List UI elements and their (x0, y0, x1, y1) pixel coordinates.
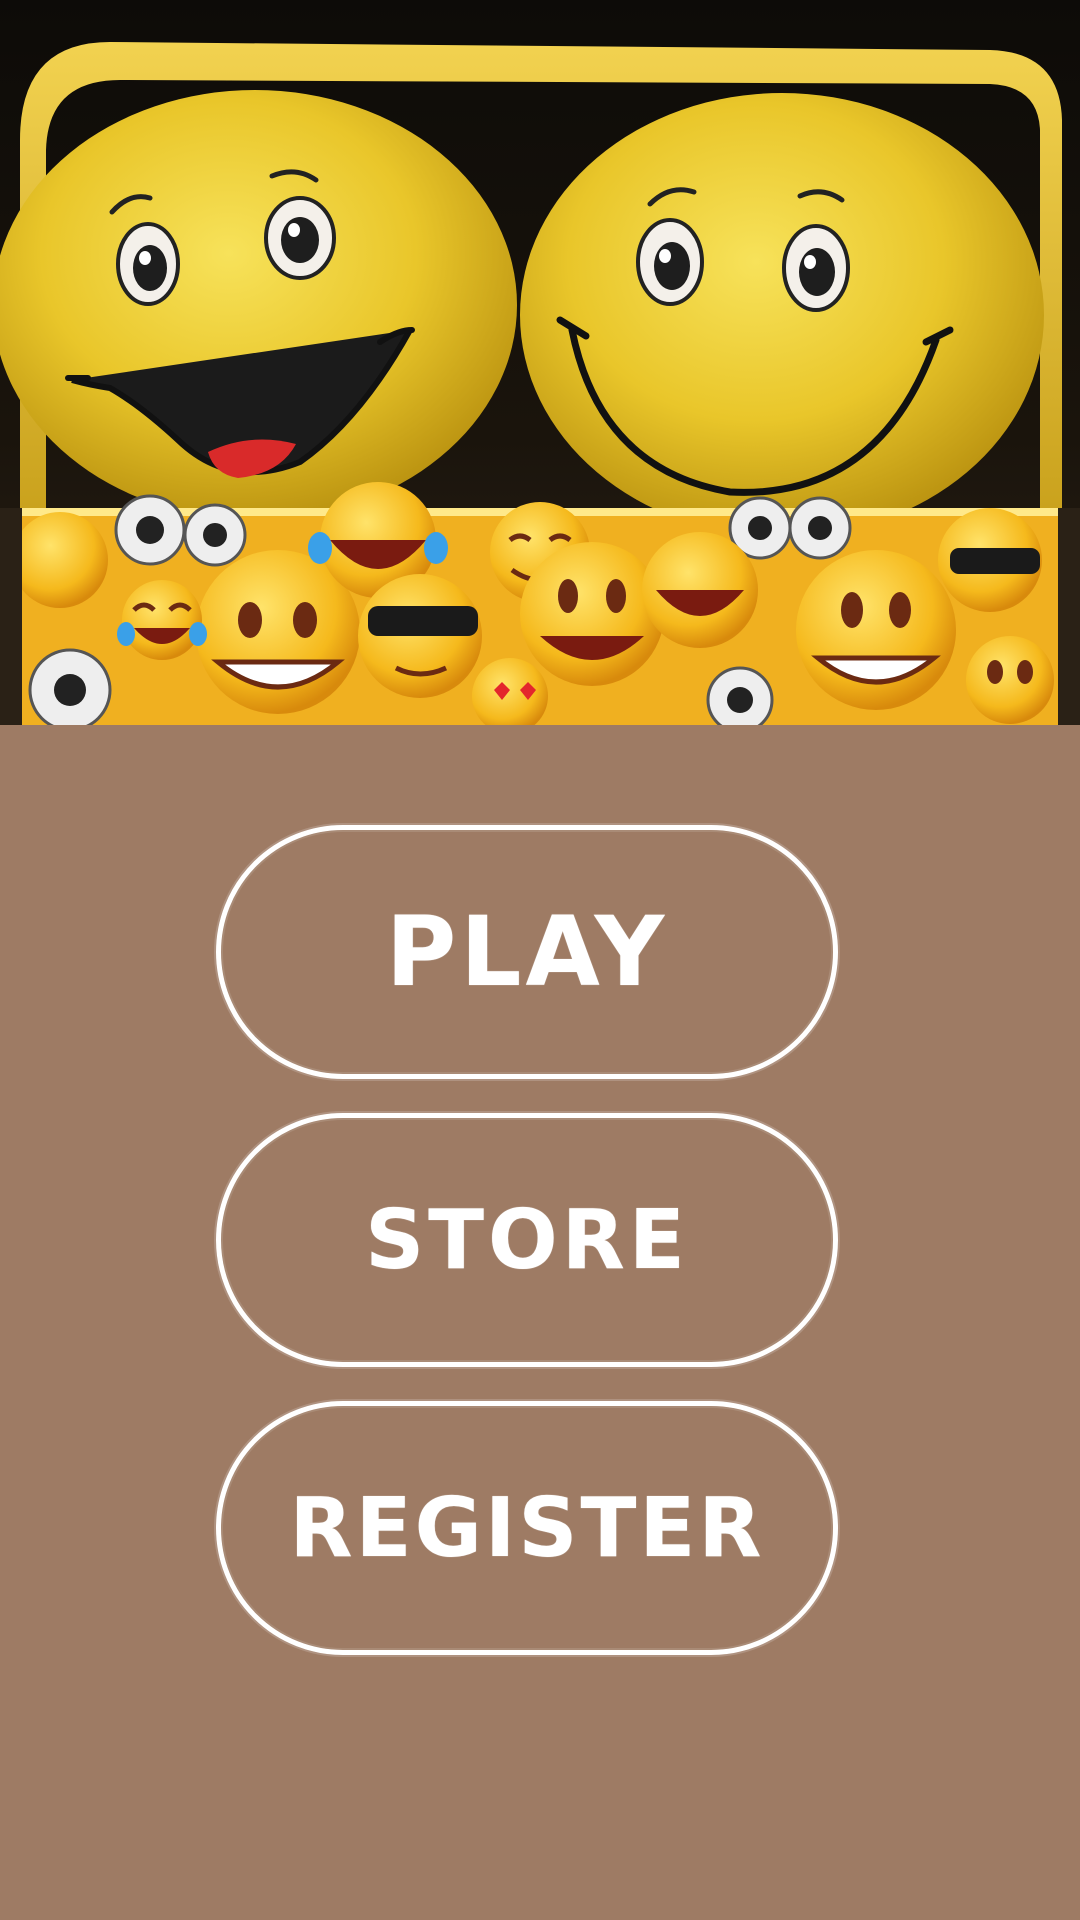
register-button-label: REGISTER (289, 1480, 765, 1576)
play-button[interactable]: PLAY (216, 825, 838, 1079)
left-plush-smiley (0, 90, 517, 520)
emoji-pattern-box (0, 482, 1080, 725)
hero-image (0, 0, 1080, 725)
main-menu: PLAY STORE REGISTER (0, 725, 1080, 1920)
play-button-label: PLAY (385, 896, 669, 1008)
store-button[interactable]: STORE (216, 1113, 838, 1367)
right-plush-smiley (520, 93, 1044, 537)
store-button-label: STORE (365, 1192, 689, 1288)
register-button[interactable]: REGISTER (216, 1401, 838, 1655)
